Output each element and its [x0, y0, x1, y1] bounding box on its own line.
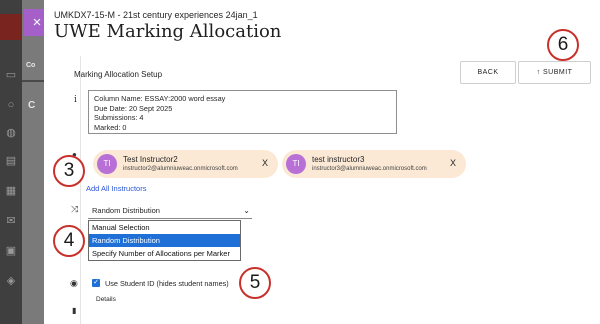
option-manual-selection[interactable]: Manual Selection	[89, 221, 240, 234]
globe-icon: ◍	[6, 127, 16, 139]
submit-icon: ↑	[536, 69, 541, 76]
remove-instructor-button[interactable]: X	[262, 158, 268, 168]
remove-instructor-button[interactable]: X	[450, 158, 456, 168]
instructor-chip: TI test instructor3 instructor3@alumniuw…	[282, 150, 466, 178]
instructor-email: instructor3@alumniuweac.onmicrosoft.com	[312, 166, 427, 172]
background-sidebar: ▭ ○ ◍ ▤ ▦ ✉ ▣ ◈	[0, 0, 22, 324]
document-icon: ▮	[72, 306, 77, 315]
info-icon: i	[74, 95, 77, 105]
background-heading: C	[28, 100, 36, 111]
avatar: TI	[97, 154, 117, 174]
close-icon: ×	[32, 14, 42, 31]
step-callout-5: 5	[239, 267, 271, 299]
grades-icon: ▣	[5, 245, 17, 257]
details-heading: Details	[96, 296, 116, 303]
courses-icon: ▤	[5, 155, 17, 167]
instructor-name: test instructor3	[312, 155, 365, 164]
instructor-name: Test Instructor2	[123, 155, 178, 164]
step-callout-3: 3	[53, 155, 85, 187]
setup-label: Marking Allocation Setup	[74, 70, 163, 79]
submissions-count: Submissions: 4	[94, 113, 144, 122]
distribution-select[interactable]: Random Distribution ⌄	[88, 203, 252, 219]
breadcrumb: UMKDX7-15-M - 21st century experiences 2…	[54, 10, 258, 20]
use-student-id-label: Use Student ID (hides student names)	[105, 279, 229, 288]
page-title: UWE Marking Allocation	[54, 21, 282, 42]
tools-icon: ◈	[6, 275, 16, 287]
step-callout-6: 6	[547, 29, 579, 61]
assignment-info-box: Column Name: ESSAY:2000 word essay Due D…	[88, 90, 397, 134]
calendar-icon: ▦	[5, 185, 17, 197]
marked-count: Marked: 0	[94, 122, 127, 132]
background-tab-underline	[22, 80, 44, 82]
instructor-chip: TI Test Instructor2 instructor2@alumniuw…	[93, 150, 278, 178]
institution-logo	[0, 14, 22, 40]
eye-slash-icon: ◉	[70, 278, 78, 288]
option-specify-allocations[interactable]: Specify Number of Allocations per Marker	[89, 247, 240, 260]
distribution-dropdown: Manual Selection Random Distribution Spe…	[88, 220, 241, 261]
content-divider	[80, 56, 81, 324]
background-tab: Co	[26, 62, 36, 69]
chevron-down-icon: ⌄	[243, 206, 250, 215]
background-course-panel	[22, 0, 44, 324]
avatar: TI	[286, 154, 306, 174]
add-all-instructors-link[interactable]: Add All Instructors	[86, 184, 146, 193]
submit-label: SUBMIT	[543, 69, 573, 76]
marking-allocation-panel: UMKDX7-15-M - 21st century experiences 2…	[44, 0, 600, 324]
option-random-distribution[interactable]: Random Distribution	[89, 234, 240, 247]
column-name: Column Name: ESSAY:2000 word essay	[94, 94, 226, 103]
step-callout-4: 4	[53, 225, 85, 257]
distribution-selected-value: Random Distribution	[92, 206, 160, 215]
submit-button[interactable]: ↑ SUBMIT	[518, 61, 591, 84]
instructor-email: instructor2@alumniuweac.onmicrosoft.com	[123, 166, 238, 172]
back-button[interactable]: BACK	[460, 61, 516, 84]
shuffle-icon: ⤨	[71, 204, 79, 214]
home-icon: ▭	[5, 69, 17, 81]
user-icon: ○	[7, 99, 15, 111]
use-student-id-checkbox[interactable]: ✓	[92, 279, 100, 287]
due-date: Due Date: 20 Sept 2025	[94, 103, 173, 113]
messages-icon: ✉	[6, 215, 16, 227]
